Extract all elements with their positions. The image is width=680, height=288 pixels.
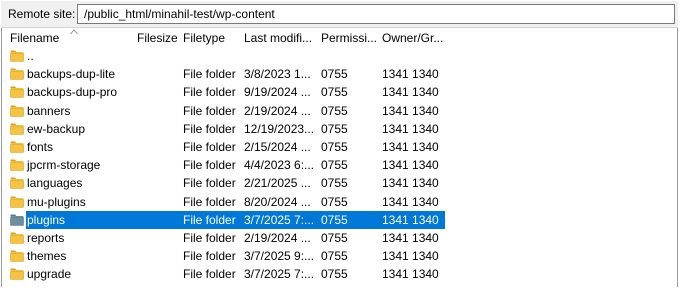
file-permissions: 0755 [321,67,348,82]
file-owner-group: 1341 1340 [382,158,439,173]
table-row[interactable]: .. [2,47,677,65]
file-name: reports [27,231,65,245]
file-last-modified: 3/8/2023 1... [244,67,311,82]
file-permissions: 0755 [321,103,348,118]
file-name: plugins [27,212,66,227]
file-name: backups-dup-lite [27,67,116,82]
column-header-filename-label: Filename [10,31,60,45]
file-type: File folder [183,103,236,118]
folder-icon [10,196,24,208]
remote-site-label: Remote site: [8,7,76,21]
file-permissions: 0755 [321,85,348,100]
file-owner-group: 1341 1340 [382,67,439,82]
file-last-modified: 9/19/2024 ... [244,85,311,100]
remote-site-bar: Remote site: [1,1,678,28]
file-last-modified: 3/7/2025 7:... [244,267,315,282]
file-last-modified: 2/19/2024 ... [244,231,311,245]
file-last-modified: 4/4/2023 6:... [244,158,315,173]
table-row[interactable]: reports File folder 2/19/2024 ... 0755 1341 … [2,229,677,247]
file-type: File folder [183,249,236,264]
folder-icon [10,232,24,244]
file-permissions: 0755 [321,267,348,282]
file-name: .. [27,49,34,63]
table-row[interactable]: jpcrm-storage File folder 4/4/2023 6:... 07… [2,156,677,174]
file-permissions: 0755 [321,140,348,154]
file-name: languages [27,176,83,191]
table-row[interactable]: ew-backup File folder 12/19/2023... 0755 134… [2,120,677,138]
file-type: File folder [183,158,236,173]
folder-icon [10,177,24,190]
file-type: File folder [183,267,236,282]
table-row[interactable]: banners File folder 2/19/2024 ... 0755 1341 … [2,102,677,120]
folder-icon [10,250,24,262]
file-type: File folder [183,121,236,136]
file-list-header: Filename Filesize Filetype Last modifi..… [2,28,677,48]
file-permissions: 0755 [321,176,348,191]
file-last-modified: 2/21/2025 ... [244,176,311,191]
file-owner-group: 1341 1340 [382,103,439,118]
file-name: fonts [27,140,54,154]
column-header-owner-group[interactable]: Owner/Gr... [382,31,443,45]
column-header-filetype[interactable]: Filetype [183,31,225,45]
table-row[interactable]: backups-dup-lite File folder 3/8/2023 1...… [2,65,677,83]
column-header-filename[interactable]: Filename [10,29,78,45]
file-owner-group: 1341 1340 [382,212,439,227]
file-name: ew-backup [27,121,86,136]
table-row[interactable]: fonts File folder 2/15/2024 ... 0755 1341 13… [2,138,677,156]
file-permissions: 0755 [321,231,348,245]
column-header-permissions[interactable]: Permissi... [321,31,377,45]
file-owner-group: 1341 1340 [382,267,439,282]
file-name: backups-dup-pro [27,85,118,100]
table-row[interactable]: upgrade File folder 3/7/2025 7:... 0755 1341… [2,265,677,283]
file-permissions: 0755 [321,212,348,227]
sort-ascending-icon [70,29,78,35]
file-last-modified: 2/19/2024 ... [244,103,311,118]
file-type: File folder [183,176,236,191]
column-header-filesize[interactable]: Filesize [137,31,178,45]
folder-icon [10,141,24,153]
folder-icon [10,159,24,171]
folder-icon [10,123,24,135]
file-permissions: 0755 [321,158,348,173]
file-name: jpcrm-storage [27,158,101,173]
remote-site-path-input[interactable] [77,4,675,24]
file-name: themes [27,249,67,264]
folder-icon [10,214,24,226]
file-last-modified: 2/15/2024 ... [244,140,311,154]
folder-icon [10,68,24,80]
table-row-selected[interactable]: plugins File folder 3/7/2025 7:... 0755 1341… [2,210,677,229]
file-owner-group: 1341 1340 [382,85,439,100]
table-row[interactable]: mu-plugins File folder 8/20/2024 ... 0755 13… [2,193,677,211]
file-owner-group: 1341 1340 [382,121,439,136]
column-header-last-modified[interactable]: Last modifi... [244,31,312,45]
file-name: upgrade [27,267,72,282]
file-last-modified: 12/19/2023... [244,121,315,136]
table-row[interactable]: languages File folder 2/21/2025 ... 0755 134… [2,174,677,192]
file-owner-group: 1341 1340 [382,194,439,209]
file-type: File folder [183,194,236,209]
file-permissions: 0755 [321,194,348,209]
file-type: File folder [183,67,236,82]
file-last-modified: 8/20/2024 ... [244,194,311,209]
file-name: banners [27,103,71,118]
file-type: File folder [183,140,236,154]
folder-icon [10,50,24,62]
file-name: mu-plugins [27,194,86,209]
folder-icon [10,268,24,281]
table-row[interactable]: backups-dup-pro File folder 9/19/2024 ... 0… [2,83,677,101]
file-type: File folder [183,212,236,227]
file-owner-group: 1341 1340 [382,249,439,264]
file-type: File folder [183,231,236,245]
file-last-modified: 3/7/2025 7:... [244,212,315,227]
folder-icon [10,86,24,99]
file-type: File folder [183,85,236,100]
file-owner-group: 1341 1340 [382,176,439,191]
file-owner-group: 1341 1340 [382,231,439,245]
file-owner-group: 1341 1340 [382,140,439,154]
table-row[interactable]: themes File folder 3/7/2025 9:... 0755 1341 … [2,247,677,265]
file-last-modified: 3/7/2025 9:... [244,249,315,264]
file-permissions: 0755 [321,121,348,136]
file-permissions: 0755 [321,249,348,264]
folder-icon [10,105,24,117]
